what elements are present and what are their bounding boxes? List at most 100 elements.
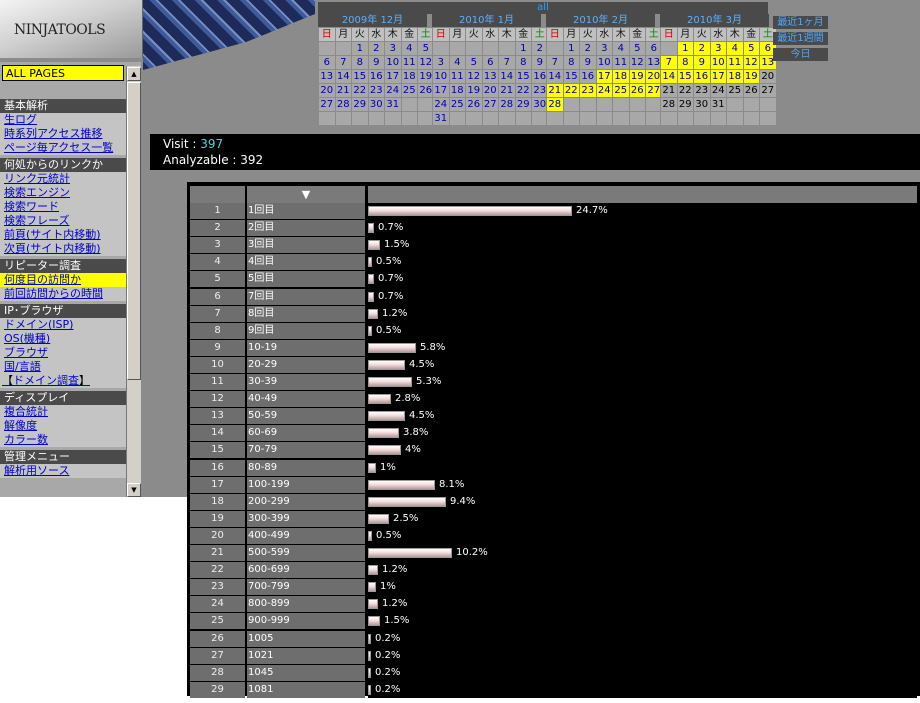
- sidebar-item[interactable]: ドメイン(ISP): [0, 318, 126, 332]
- sidebar-item[interactable]: カラー数: [0, 433, 126, 447]
- calendar-day[interactable]: 4: [400, 41, 418, 56]
- calendar-day[interactable]: 14: [546, 69, 564, 84]
- calendar-day[interactable]: 2: [693, 41, 711, 56]
- calendar-day[interactable]: 21: [498, 83, 516, 98]
- calendar-day[interactable]: 11: [612, 55, 630, 70]
- calendar-day[interactable]: 30: [693, 97, 711, 112]
- calendar-day[interactable]: 25: [400, 83, 418, 98]
- calendar-day[interactable]: 7: [546, 55, 564, 70]
- calendar-day[interactable]: 9: [367, 55, 385, 70]
- calendar-day[interactable]: 23: [579, 83, 597, 98]
- calendar-day[interactable]: 22: [562, 83, 580, 98]
- calendar-all-link[interactable]: all: [318, 2, 768, 14]
- sidebar-item[interactable]: 前回訪問からの時間: [0, 287, 126, 301]
- menu-scrollbar[interactable]: ▼: [126, 82, 141, 497]
- sidebar-item[interactable]: 前頁(サイト内移動): [0, 228, 126, 242]
- sidebar-item[interactable]: 何度目の訪問か: [0, 273, 126, 287]
- calendar-day[interactable]: 15: [351, 69, 369, 84]
- sidebar-item[interactable]: 解析用ソース: [0, 464, 126, 478]
- calendar-day[interactable]: 11: [448, 69, 466, 84]
- calendar-month-title[interactable]: 2010年 1月: [432, 14, 541, 27]
- calendar-day[interactable]: 7: [660, 55, 678, 70]
- calendar-day[interactable]: 26: [465, 97, 483, 112]
- calendar-day[interactable]: 7: [334, 55, 352, 70]
- calendar-day[interactable]: 17: [384, 69, 402, 84]
- calendar-day[interactable]: 24: [432, 97, 450, 112]
- calendar-day[interactable]: 18: [448, 83, 466, 98]
- calendar-day[interactable]: 15: [676, 69, 694, 84]
- calendar-day[interactable]: 18: [612, 69, 630, 84]
- calendar-day[interactable]: 8: [351, 55, 369, 70]
- calendar-day[interactable]: 6: [318, 55, 336, 70]
- page-select[interactable]: ALL PAGES: [2, 65, 124, 81]
- calendar-day[interactable]: 8: [676, 55, 694, 70]
- calendar-day[interactable]: 29: [676, 97, 694, 112]
- calendar-day[interactable]: 27: [318, 97, 336, 112]
- calendar-day[interactable]: 20: [318, 83, 336, 98]
- calendar-day[interactable]: 23: [367, 83, 385, 98]
- calendar-day[interactable]: 7: [498, 55, 516, 70]
- calendar-day[interactable]: 24: [595, 83, 613, 98]
- calendar-day[interactable]: 12: [465, 69, 483, 84]
- calendar-month-title[interactable]: 2010年 2月: [546, 14, 655, 27]
- calendar-day[interactable]: 8: [514, 55, 532, 70]
- sidebar-item[interactable]: 解像度: [0, 419, 126, 433]
- calendar-day[interactable]: 28: [498, 97, 516, 112]
- calendar-month-title[interactable]: 2009年 12月: [318, 14, 427, 27]
- calendar-day[interactable]: 1: [562, 41, 580, 56]
- calendar-day[interactable]: 25: [612, 83, 630, 98]
- calendar-day[interactable]: 28: [660, 97, 678, 112]
- sidebar-item[interactable]: 時系列アクセス推移: [0, 127, 126, 141]
- sidebar-item[interactable]: 次頁(サイト内移動): [0, 242, 126, 256]
- page-select-scrollbar[interactable]: ▲: [126, 66, 141, 82]
- quick-range-link[interactable]: 最近1週間: [773, 32, 828, 45]
- calendar-day[interactable]: 23: [693, 83, 711, 98]
- sidebar-item[interactable]: リンク元統計: [0, 172, 126, 186]
- ninjatools-logo[interactable]: NINJATOOLS: [0, 0, 143, 58]
- calendar-day[interactable]: 5: [628, 41, 646, 56]
- quick-range-link[interactable]: 最近1ヶ月: [773, 16, 828, 29]
- calendar-day[interactable]: 14: [498, 69, 516, 84]
- calendar-day[interactable]: 13: [318, 69, 336, 84]
- calendar-day[interactable]: 3: [709, 41, 727, 56]
- sort-down-icon[interactable]: ▼: [302, 188, 310, 201]
- calendar-day[interactable]: 19: [742, 69, 760, 84]
- sidebar-item[interactable]: 【ドメイン調査】: [0, 374, 126, 388]
- calendar-day[interactable]: 3: [384, 41, 402, 56]
- calendar-day[interactable]: 25: [448, 97, 466, 112]
- sidebar-item[interactable]: OS(機種): [0, 332, 126, 346]
- calendar-day[interactable]: 16: [579, 69, 597, 84]
- sidebar-item[interactable]: 国/言語: [0, 360, 126, 374]
- sidebar-item[interactable]: ページ毎アクセス一覧: [0, 141, 126, 155]
- scrollbar-thumb[interactable]: [127, 82, 141, 380]
- calendar-day[interactable]: 10: [384, 55, 402, 70]
- calendar-day[interactable]: 24: [709, 83, 727, 98]
- calendar-day[interactable]: 18: [400, 69, 418, 84]
- calendar-month-title[interactable]: 2010年 3月: [660, 14, 769, 27]
- calendar-day[interactable]: 19: [628, 69, 646, 84]
- calendar-day[interactable]: 6: [481, 55, 499, 70]
- scroll-down-icon[interactable]: ▼: [127, 483, 141, 497]
- calendar-day[interactable]: 10: [432, 69, 450, 84]
- calendar-day[interactable]: 28: [334, 97, 352, 112]
- calendar-day[interactable]: 17: [595, 69, 613, 84]
- sidebar-item[interactable]: 複合統計: [0, 405, 126, 419]
- calendar-day[interactable]: 26: [742, 83, 760, 98]
- sidebar-item[interactable]: 生ログ: [0, 113, 126, 127]
- calendar-day[interactable]: 20: [759, 69, 777, 84]
- sidebar-item[interactable]: 検索フレーズ: [0, 214, 126, 228]
- calendar-day[interactable]: 25: [726, 83, 744, 98]
- calendar-day[interactable]: 10: [709, 55, 727, 70]
- calendar-day[interactable]: 5: [465, 55, 483, 70]
- calendar-day[interactable]: 2: [367, 41, 385, 56]
- calendar-day[interactable]: 17: [709, 69, 727, 84]
- calendar-day[interactable]: 13: [481, 69, 499, 84]
- calendar-day[interactable]: 26: [628, 83, 646, 98]
- calendar-day[interactable]: 31: [432, 111, 450, 126]
- calendar-day[interactable]: 9: [693, 55, 711, 70]
- calendar-day[interactable]: 12: [628, 55, 646, 70]
- calendar-day[interactable]: 22: [351, 83, 369, 98]
- calendar-day[interactable]: 1: [514, 41, 532, 56]
- sidebar-item[interactable]: 検索ワード: [0, 200, 126, 214]
- calendar-day[interactable]: 3: [595, 41, 613, 56]
